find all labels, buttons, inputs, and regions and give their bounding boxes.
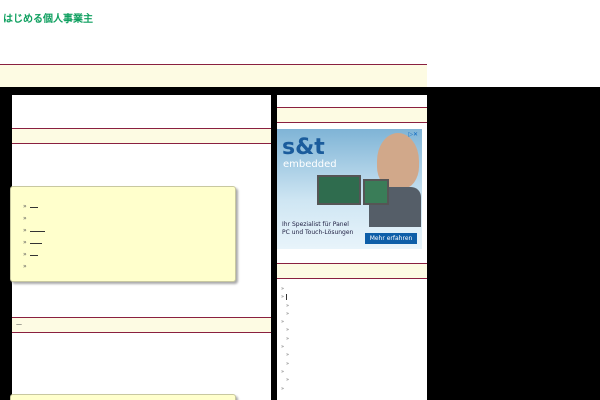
bullet-icon: »: [23, 263, 27, 270]
sidebar: s&t embedded ▷✕ Ihr Spezialist für Panel…: [277, 95, 427, 400]
list-item[interactable]: »: [281, 293, 289, 301]
link-box: [10, 394, 236, 400]
link-list: » » » » » »: [11, 187, 235, 273]
sidebar-header: [277, 263, 427, 279]
ad-cta-button[interactable]: Mehr erfahren: [365, 233, 417, 244]
sidebar-header: [277, 107, 427, 123]
list-item[interactable]: »: [281, 318, 289, 326]
site-title[interactable]: はじめる個人事業主: [3, 10, 93, 25]
list-item[interactable]: »: [281, 302, 289, 310]
bullet-icon: »: [23, 251, 27, 258]
section-header: [12, 128, 271, 144]
link-box: » » » » » »: [10, 186, 236, 282]
ad-subtitle: embedded: [283, 159, 337, 170]
ad-monitor-image: [363, 179, 389, 205]
ad-logo: s&t: [282, 135, 325, 160]
list-item[interactable]: »: [23, 249, 235, 261]
ad-banner[interactable]: s&t embedded ▷✕ Ihr Spezialist für Panel…: [277, 129, 422, 249]
main-column: » » » » » » —: [10, 95, 271, 400]
nav-bar: [0, 64, 427, 87]
section-header: —: [12, 317, 271, 333]
list-item[interactable]: »: [23, 237, 235, 249]
list-item[interactable]: »: [23, 201, 235, 213]
list-item[interactable]: »: [281, 326, 289, 334]
sidebar-list: » » » » » » » » » » » » »: [281, 285, 289, 393]
list-item[interactable]: »: [281, 385, 289, 393]
list-item[interactable]: »: [281, 376, 289, 384]
list-item[interactable]: »: [281, 335, 289, 343]
list-item[interactable]: »: [281, 343, 289, 351]
list-item[interactable]: »: [281, 285, 289, 293]
bullet-icon: »: [23, 203, 27, 210]
bullet-icon: »: [23, 239, 27, 246]
bullet-icon: »: [23, 227, 27, 234]
right-background: [427, 87, 600, 400]
divider: [0, 87, 427, 95]
list-item[interactable]: »: [23, 225, 235, 237]
page: はじめる個人事業主 » » » » » » — s&t embedded ▷✕ …: [0, 0, 600, 400]
ad-tagline: Ihr Spezialist für Panel PC und Touch-Lö…: [282, 221, 354, 236]
list-item[interactable]: »: [23, 213, 235, 225]
bullet-icon: »: [23, 215, 27, 222]
section-title: —: [16, 321, 22, 328]
list-item[interactable]: »: [281, 351, 289, 359]
list-item[interactable]: »: [281, 310, 289, 318]
list-item[interactable]: »: [281, 360, 289, 368]
ad-monitor-image: [317, 175, 361, 205]
list-item[interactable]: »: [23, 261, 235, 273]
ad-choices-icon[interactable]: ▷✕: [408, 131, 418, 138]
list-item[interactable]: »: [281, 368, 289, 376]
